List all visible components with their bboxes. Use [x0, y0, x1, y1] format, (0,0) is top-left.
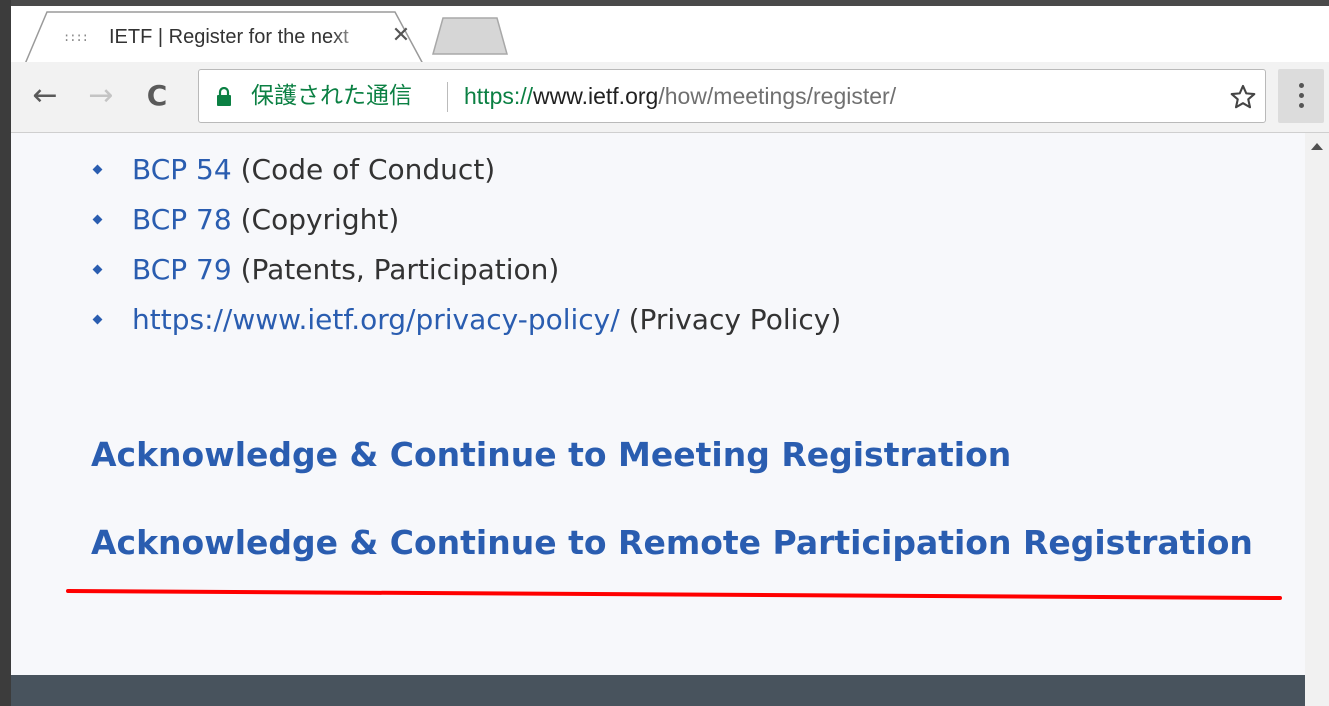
tab-strip: :::: IETF | Register for the next ✕: [11, 6, 1329, 64]
bcp54-link[interactable]: BCP 54: [132, 153, 232, 186]
tab-close-icon[interactable]: ✕: [389, 24, 413, 48]
ietf-favicon-icon: ::::: [63, 30, 89, 44]
url-scheme: https://: [464, 83, 534, 109]
privacy-policy-link[interactable]: https://www.ietf.org/privacy-policy/: [132, 303, 620, 336]
url-path: /how/meetings/register/: [658, 83, 897, 109]
vertical-scrollbar[interactable]: [1305, 133, 1329, 706]
remote-participation-registration-link[interactable]: Acknowledge & Continue to Remote Partici…: [91, 523, 1253, 562]
bullet-icon: [92, 264, 103, 275]
meeting-registration-link[interactable]: Acknowledge & Continue to Meeting Regist…: [91, 435, 1011, 474]
bookmark-star-icon[interactable]: [1229, 83, 1257, 111]
bullet-icon: [92, 164, 103, 175]
browser-tab-active[interactable]: :::: IETF | Register for the next ✕: [25, 10, 423, 64]
list-item: https://www.ietf.org/privacy-policy/ (Pr…: [11, 299, 841, 349]
tab-title: IETF | Register for the next: [109, 26, 349, 48]
scroll-up-arrow-icon[interactable]: [1311, 143, 1323, 150]
list-item-note: (Copyright): [231, 203, 400, 236]
list-item: BCP 78 (Copyright): [11, 199, 841, 249]
list-item: BCP 79 (Patents, Participation): [11, 249, 841, 299]
url-text[interactable]: https://www.ietf.org/how/meetings/regist…: [464, 81, 896, 111]
menu-dot: [1299, 93, 1304, 98]
bullet-icon: [92, 214, 103, 225]
red-underline-annotation: [66, 589, 1282, 600]
list-item-note: (Code of Conduct): [231, 153, 496, 186]
lock-icon[interactable]: [215, 87, 233, 107]
menu-dot: [1299, 83, 1304, 88]
kebab-menu-icon[interactable]: [1278, 69, 1324, 123]
omnibox-divider: [447, 82, 448, 112]
secure-connection-label[interactable]: 保護された通信: [251, 81, 412, 111]
list-item: BCP 54 (Code of Conduct): [11, 149, 841, 199]
new-tab-button[interactable]: [431, 14, 511, 56]
page-content: BCP 54 (Code of Conduct) BCP 78 (Copyrig…: [11, 133, 1305, 706]
list-item-note: (Privacy Policy): [619, 303, 842, 336]
page-footer: [11, 675, 1305, 706]
forward-arrow-icon[interactable]: →: [83, 78, 119, 114]
policy-links-list: BCP 54 (Code of Conduct) BCP 78 (Copyrig…: [11, 149, 841, 349]
bcp78-link[interactable]: BCP 78: [132, 203, 232, 236]
address-bar[interactable]: 保護された通信 https://www.ietf.org/how/meeting…: [198, 69, 1266, 123]
bullet-icon: [92, 314, 103, 325]
bcp79-link[interactable]: BCP 79: [132, 253, 232, 286]
browser-toolbar: ← → C 保護された通信 https://www.ietf.org/how/m…: [11, 62, 1329, 133]
reload-icon[interactable]: C: [139, 78, 175, 114]
list-item-note: (Patents, Participation): [231, 253, 560, 286]
window-frame-left: [0, 0, 11, 706]
back-arrow-icon[interactable]: ←: [27, 78, 63, 114]
url-host: www.ietf.org: [533, 83, 659, 109]
menu-dot: [1299, 103, 1304, 108]
